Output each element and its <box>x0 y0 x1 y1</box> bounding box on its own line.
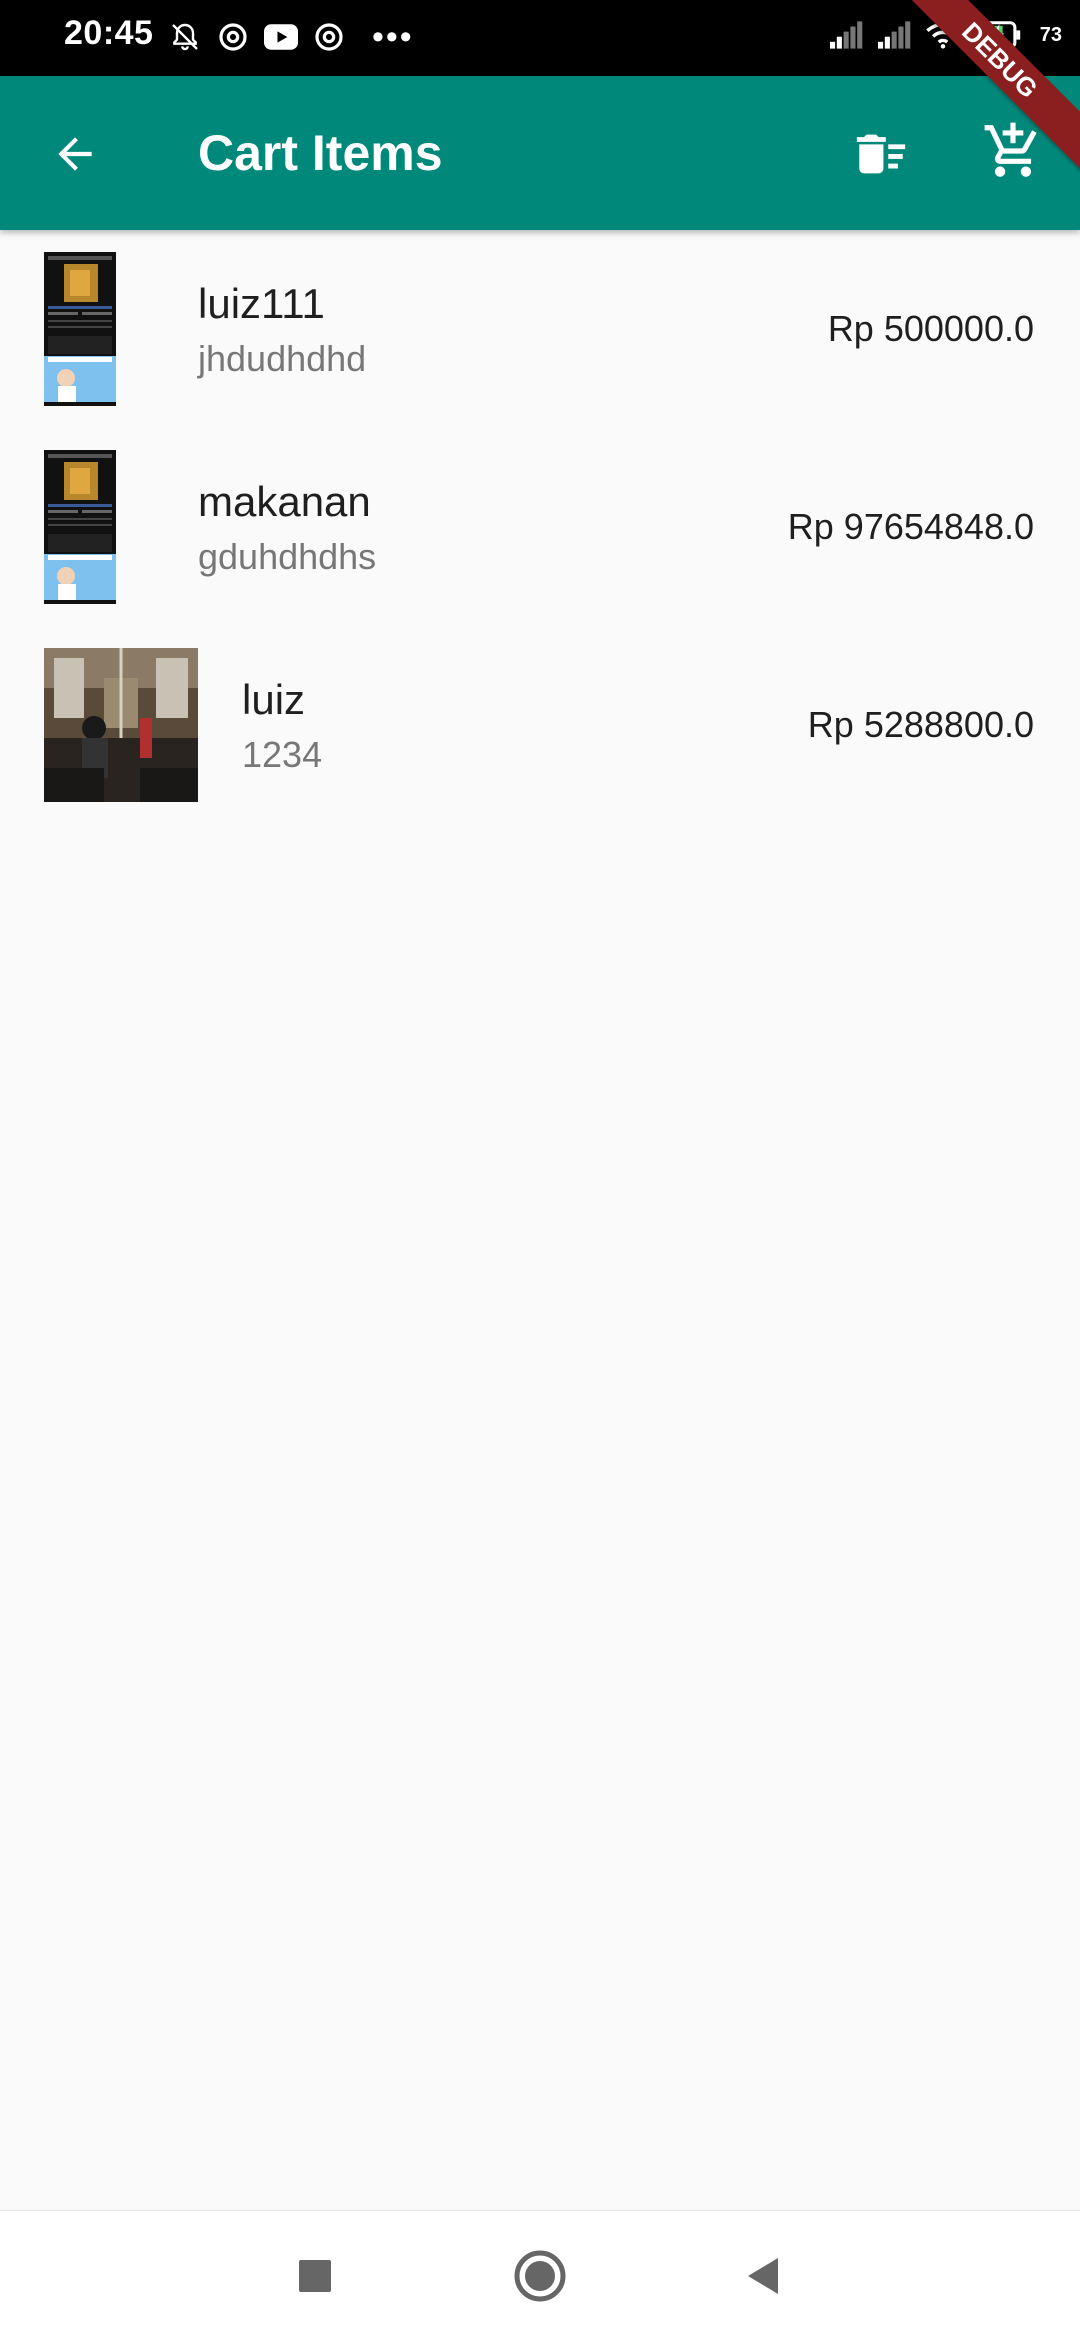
battery-level: 73 <box>1039 23 1062 46</box>
item-description: 1234 <box>242 734 323 775</box>
more-notifications-icon: ••• <box>372 18 414 56</box>
add-shopping-cart-icon <box>984 122 1037 177</box>
item-price: Rp 5288800.0 <box>807 704 1034 745</box>
product-thumbnail <box>44 648 198 802</box>
signal-icon <box>829 18 864 52</box>
item-price: Rp 500000.0 <box>827 308 1034 349</box>
youtube-icon <box>264 20 298 54</box>
home-button[interactable] <box>510 2246 570 2306</box>
back-button[interactable] <box>40 119 110 189</box>
item-name: makanan <box>198 478 371 525</box>
item-name: luiz <box>242 676 306 723</box>
system-navigation-bar <box>0 2210 1080 2341</box>
product-thumbnail <box>44 450 116 604</box>
app-bar: Cart Items <box>0 76 1080 230</box>
app-notification-icon <box>216 20 250 54</box>
product-thumbnail <box>44 252 116 406</box>
back-nav-button[interactable] <box>733 2246 793 2306</box>
signal-icon <box>877 18 912 52</box>
arrow-back-icon <box>58 137 92 171</box>
square-icon <box>299 2260 331 2292</box>
page-title: Cart Items <box>198 125 443 181</box>
recent-apps-button[interactable] <box>285 2246 345 2306</box>
home-circle-icon <box>514 2250 566 2302</box>
cart-item[interactable]: luiz 1234 Rp 5288800.0 <box>0 626 1080 824</box>
clear-cart-button[interactable] <box>846 119 916 189</box>
item-description: gduhdhdhs <box>198 536 377 577</box>
cart-item[interactable]: makanan gduhdhdhs Rp 97654848.0 <box>0 428 1080 626</box>
app-notification-icon <box>312 20 346 54</box>
item-description: jhdudhdhd <box>198 338 367 379</box>
item-price: Rp 97654848.0 <box>787 506 1034 547</box>
status-bar: 20:45 ••• 73 <box>0 0 1080 76</box>
cart-list: luiz111 jhdudhdhd Rp 500000.0 makanan gd… <box>0 230 1080 824</box>
item-name: luiz111 <box>198 280 325 327</box>
triangle-back-icon <box>747 2258 778 2294</box>
delete-sweep-icon <box>856 134 906 174</box>
notifications-off-icon <box>168 20 202 54</box>
status-time: 20:45 <box>64 14 154 52</box>
cart-item[interactable]: luiz111 jhdudhdhd Rp 500000.0 <box>0 230 1080 428</box>
